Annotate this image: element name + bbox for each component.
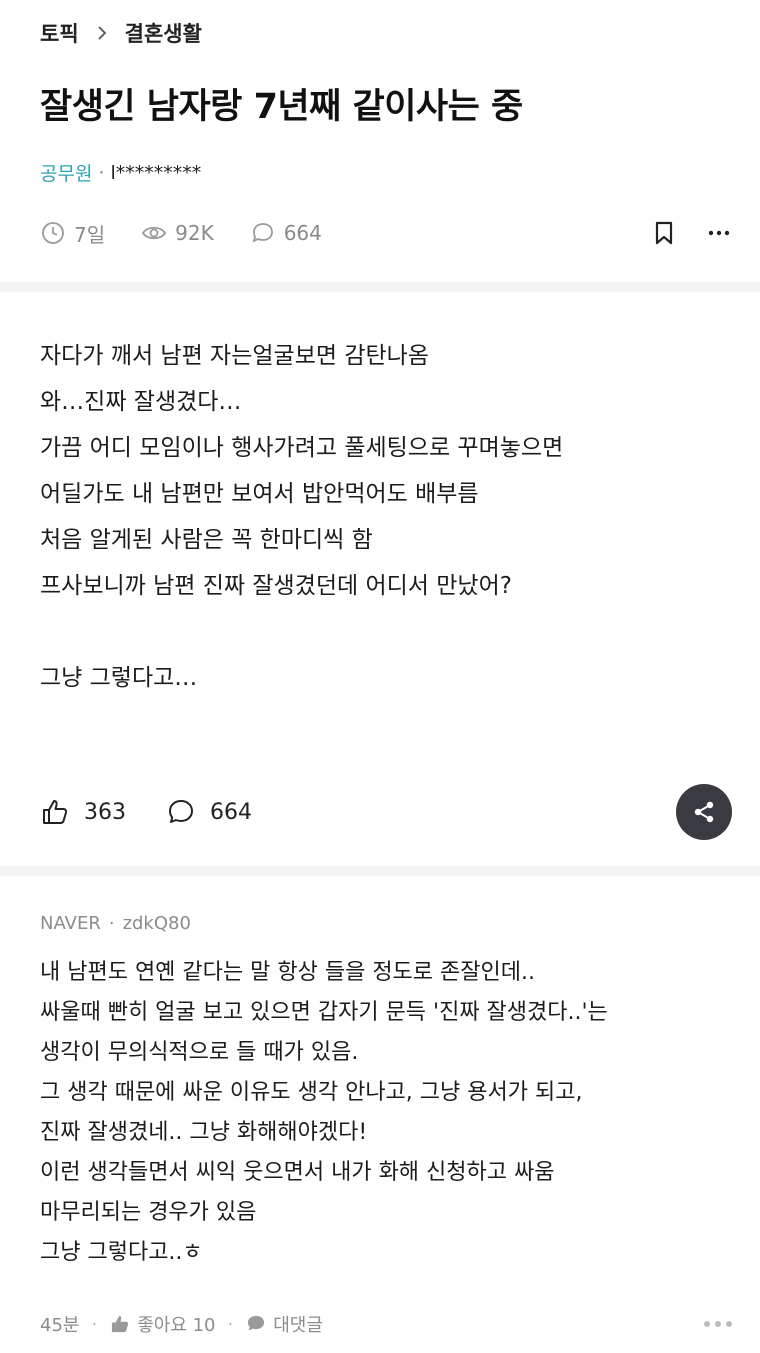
- thumbs-up-icon: [43, 800, 68, 824]
- post-body-line: 처음 알게된 사람은 꼭 한마디씩 함: [40, 527, 373, 553]
- post-comments-value: 664: [283, 221, 322, 245]
- comment-bubble-icon: [252, 223, 273, 243]
- section-divider: [0, 282, 760, 292]
- share-button[interactable]: [676, 784, 732, 840]
- reply-button[interactable]: 대댓글: [245, 1311, 323, 1337]
- comment-line: 내 남편도 연옌 같다는 말 항상 들을 정도로 존잘인데..: [40, 960, 535, 985]
- post-body: 자다가 깨서 남편 자는얼굴보면 감탄나옴 와…진짜 잘생겼다… 가끔 어디 모…: [40, 333, 730, 701]
- post-body-line: 어딜가도 내 남편만 보여서 밥안먹어도 배부름: [40, 481, 479, 507]
- bookmark-icon[interactable]: [652, 220, 676, 246]
- post-body-line: 와…진짜 잘생겼다…: [40, 389, 242, 415]
- more-icon[interactable]: [706, 220, 732, 246]
- breadcrumb-topic[interactable]: 토픽: [40, 18, 79, 48]
- comment-line: 그 생각 때문에 싸운 이유도 생각 안나고, 그냥 용서가 되고,: [40, 1080, 583, 1105]
- comment-separator: ·: [108, 912, 115, 934]
- post-body-blank-line: [40, 609, 730, 655]
- chevron-right-icon: [98, 26, 106, 40]
- post-views-value: 92K: [175, 221, 214, 245]
- comment-line: 싸울때 빤히 얼굴 보고 있으면 갑자기 문득 '진짜 잘생겼다..'는: [40, 1000, 608, 1025]
- post-actions: 363 664: [40, 784, 732, 840]
- comment-author: NAVER · zdkQ80: [40, 905, 730, 941]
- footer-separator: ·: [227, 1313, 234, 1335]
- comment-line: 마무리되는 경우가 있음: [40, 1200, 257, 1225]
- breadcrumb: 토픽 결혼생활: [40, 18, 202, 48]
- comment-item: NAVER · zdkQ80 내 남편도 연옌 같다는 말 항상 들을 정도로 …: [40, 905, 730, 1273]
- post-views: 92K: [141, 220, 214, 246]
- post-author: 공무원 · l*********: [40, 159, 201, 186]
- comment-author-name: zdkQ80: [122, 912, 191, 934]
- like-button[interactable]: 363: [40, 797, 126, 827]
- post-meta: 7일 92K 664: [40, 216, 732, 250]
- comment-bubble-icon: [248, 1315, 265, 1331]
- comment-line: 진짜 잘생겼네.. 그냥 화해해야겠다!: [40, 1120, 368, 1145]
- comment-time: 45분: [40, 1315, 80, 1336]
- comment-button[interactable]: 664: [166, 797, 252, 827]
- post-title: 잘생긴 남자랑 7년째 같이사는 중: [40, 87, 523, 127]
- comment-line: 이런 생각들면서 씨익 웃으면서 내가 화해 신청하고 싸움: [40, 1160, 555, 1185]
- comment-footer: 45분 · 좋아요 10 · 대댓글: [40, 1306, 732, 1342]
- comment-like-label: 좋아요 10: [137, 1315, 216, 1336]
- clock-icon: [42, 222, 64, 244]
- post-comments: 664: [250, 220, 322, 246]
- comment-count: 664: [210, 799, 252, 825]
- reply-label: 대댓글: [273, 1315, 323, 1336]
- breadcrumb-category[interactable]: 결혼생활: [125, 18, 202, 48]
- eye-icon: [142, 226, 167, 240]
- post-body-line: 가끔 어디 모임이나 행사가려고 풀세팅으로 꾸며놓으면: [40, 435, 564, 461]
- comment-company: NAVER: [40, 912, 101, 934]
- comment-line: 생각이 무의식적으로 들 때가 있음.: [40, 1040, 359, 1065]
- thumbs-up-icon: [112, 1315, 129, 1333]
- post-body-line: 자다가 깨서 남편 자는얼굴보면 감탄나옴: [40, 343, 429, 369]
- comment-bubble-icon: [169, 800, 193, 823]
- post-time-value: 7일: [74, 222, 106, 247]
- comment-line: 그냥 그렇다고..ㅎ: [40, 1240, 203, 1265]
- author-company[interactable]: 공무원: [40, 159, 92, 186]
- post-body-line: 프사보니까 남편 진짜 잘생겼던데 어디서 만났어?: [40, 573, 512, 599]
- author-name: l*********: [110, 161, 202, 184]
- like-count: 363: [84, 799, 126, 825]
- author-separator: ·: [98, 161, 105, 184]
- comment-more-icon[interactable]: [704, 1321, 732, 1327]
- comment-body: 내 남편도 연옌 같다는 말 항상 들을 정도로 존잘인데.. 싸울때 빤히 얼…: [40, 953, 730, 1273]
- post-time: 7일: [40, 219, 105, 248]
- footer-separator: ·: [91, 1313, 98, 1335]
- section-divider: [0, 866, 760, 876]
- comment-like-button[interactable]: 좋아요 10: [109, 1311, 216, 1337]
- post-body-line: 그냥 그렇다고…: [40, 665, 198, 691]
- share-icon: [694, 801, 714, 823]
